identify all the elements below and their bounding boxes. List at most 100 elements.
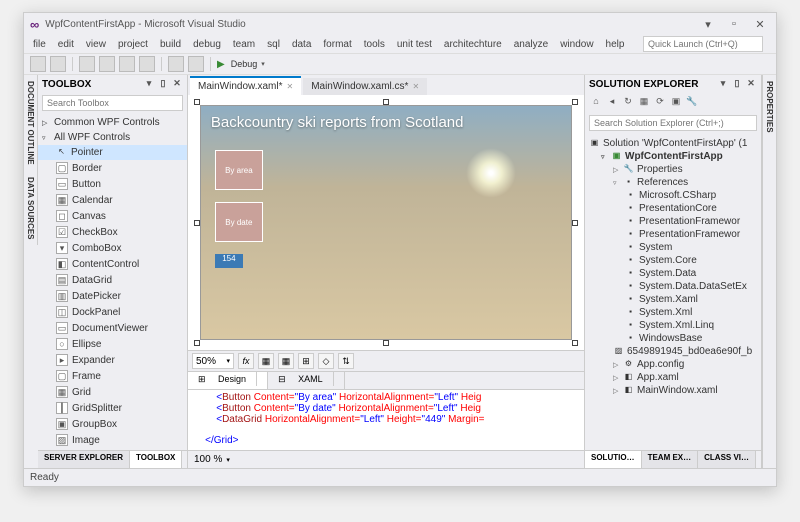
close-tab-icon[interactable]: ✕ — [286, 82, 293, 91]
doc-tab-mainwindow-cs[interactable]: MainWindow.xaml.cs*✕ — [303, 78, 427, 95]
toolbox-item[interactable]: ▢Border — [38, 160, 187, 176]
tree-ref-item[interactable]: ▪PresentationCore — [585, 202, 761, 215]
tab-class-view[interactable]: CLASS VI… — [698, 451, 756, 468]
collapse-icon[interactable]: ▣ — [669, 96, 683, 110]
tree-ref-item[interactable]: ▪WindowsBase — [585, 332, 761, 345]
debug-config-dropdown[interactable]: Debug — [231, 59, 258, 69]
doc-tab-mainwindow-xaml[interactable]: MainWindow.xaml*✕ — [190, 76, 301, 95]
chevron-down-icon[interactable]: ▾ — [226, 456, 230, 464]
menu-sql[interactable]: sql — [262, 37, 285, 52]
snap-icon[interactable]: ⊞ — [298, 353, 314, 369]
menu-analyze[interactable]: analyze — [509, 37, 553, 52]
menu-window[interactable]: window — [555, 37, 598, 52]
solution-search-input[interactable] — [589, 115, 757, 131]
tree-file-item[interactable]: ▷◧MainWindow.xaml — [585, 384, 761, 397]
back-icon[interactable] — [30, 56, 46, 72]
toolbox-item[interactable]: ◫DockPanel — [38, 304, 187, 320]
back-icon[interactable]: ◂ — [605, 96, 619, 110]
start-debug-icon[interactable]: ▶ — [217, 59, 225, 70]
home-icon[interactable]: ⌂ — [589, 96, 603, 110]
design-button-bydate[interactable]: By date — [215, 202, 263, 242]
tree-ref-item[interactable]: ▪System.Core — [585, 254, 761, 267]
pin-icon[interactable]: ▯ — [731, 78, 743, 90]
tree-properties[interactable]: ▷🔧Properties — [585, 163, 761, 176]
toolbox-search-input[interactable] — [42, 95, 183, 111]
tab-solution-explorer[interactable]: SOLUTIO… — [585, 451, 642, 468]
close-icon[interactable]: ✕ — [750, 18, 770, 31]
toolbox-item[interactable]: ▭Button — [38, 176, 187, 192]
designer-surface[interactable]: Backcountry ski reports from Scotland By… — [188, 95, 584, 350]
menu-view[interactable]: view — [81, 37, 111, 52]
tab-team-explorer[interactable]: TEAM EX… — [642, 451, 699, 468]
design-heading[interactable]: Backcountry ski reports from Scotland — [201, 106, 571, 139]
menu-file[interactable]: file — [28, 37, 51, 52]
sidetab-document-outline[interactable]: DOCUMENT OUTLINE — [24, 75, 38, 171]
menu-help[interactable]: help — [601, 37, 630, 52]
menu-team[interactable]: team — [228, 37, 260, 52]
undo-icon[interactable] — [168, 56, 184, 72]
toolbox-item[interactable]: ▦Grid — [38, 384, 187, 400]
tree-solution-root[interactable]: ▣Solution 'WpfContentFirstApp' (1 — [585, 137, 761, 150]
pin-icon[interactable]: ▯ — [157, 78, 169, 90]
toolbox-item[interactable]: ↖Pointer — [38, 145, 187, 160]
menu-build[interactable]: build — [155, 37, 186, 52]
menu-unittest[interactable]: unit test — [392, 37, 437, 52]
open-icon[interactable] — [99, 56, 115, 72]
design-canvas-window[interactable]: Backcountry ski reports from Scotland By… — [200, 105, 572, 340]
tree-references[interactable]: ▿▪References — [585, 176, 761, 189]
tree-ref-item[interactable]: ▪System.Xml.Linq — [585, 319, 761, 332]
tab-design[interactable]: ⊞ Design — [188, 372, 268, 389]
grid-snap-icon[interactable]: ▦ — [258, 353, 274, 369]
toolbox-item[interactable]: ▨Image — [38, 432, 187, 448]
tree-project[interactable]: ▿▣WpfContentFirstApp — [585, 150, 761, 163]
tab-server-explorer[interactable]: SERVER EXPLORER — [38, 451, 130, 468]
toolbox-group-common[interactable]: ▷Common WPF Controls — [38, 115, 187, 130]
grid-snap2-icon[interactable]: ▦ — [278, 353, 294, 369]
saveall-icon[interactable] — [139, 56, 155, 72]
tree-file-item[interactable]: ▨6549891945_bd0ea6e90f_b — [585, 345, 761, 358]
tag-icon[interactable]: ◇ — [318, 353, 334, 369]
toolbox-item[interactable]: ▾ComboBox — [38, 240, 187, 256]
toolbox-item[interactable]: ▢Frame — [38, 368, 187, 384]
restore-icon[interactable]: ▫ — [724, 18, 744, 30]
tree-ref-item[interactable]: ▪System — [585, 241, 761, 254]
new-icon[interactable] — [79, 56, 95, 72]
toolbox-item[interactable]: ▭DocumentViewer — [38, 320, 187, 336]
toolbox-item[interactable]: ◧ContentControl — [38, 256, 187, 272]
toolbox-item[interactable]: ▥DatePicker — [38, 288, 187, 304]
tree-ref-item[interactable]: ▪System.Xml — [585, 306, 761, 319]
zoom-dropdown[interactable]: 50%▾ — [192, 353, 234, 369]
showall-icon[interactable]: ▦ — [637, 96, 651, 110]
toolbox-item[interactable]: ◻Canvas — [38, 208, 187, 224]
design-button-byarea[interactable]: By area — [215, 150, 263, 190]
toolbox-item[interactable]: ┃GridSplitter — [38, 400, 187, 416]
menu-edit[interactable]: edit — [53, 37, 79, 52]
tab-xaml[interactable]: ⊟ XAML — [268, 372, 345, 389]
redo-icon[interactable] — [188, 56, 204, 72]
design-datagrid[interactable]: 154 — [215, 254, 243, 268]
tree-ref-item[interactable]: ▪System.Data — [585, 267, 761, 280]
toolbox-item[interactable]: ▤DataGrid — [38, 272, 187, 288]
toolbox-item[interactable]: ☑CheckBox — [38, 224, 187, 240]
swap-icon[interactable]: ⇅ — [338, 353, 354, 369]
tree-ref-item[interactable]: ▪System.Xaml — [585, 293, 761, 306]
chevron-down-icon[interactable]: ▾ — [261, 60, 265, 68]
toolbox-group-all[interactable]: ▿All WPF Controls — [38, 130, 187, 145]
toolbox-item[interactable]: ○Ellipse — [38, 336, 187, 352]
tree-ref-item[interactable]: ▪PresentationFramewor — [585, 215, 761, 228]
tab-toolbox[interactable]: TOOLBOX — [130, 451, 182, 468]
xaml-editor[interactable]: <Button Content="By area" HorizontalAlig… — [188, 390, 584, 450]
menu-format[interactable]: format — [318, 37, 356, 52]
toolbox-item[interactable]: ▸Expander — [38, 352, 187, 368]
fx-icon[interactable]: fx — [238, 353, 254, 369]
sync-icon[interactable]: ↻ — [621, 96, 635, 110]
menu-debug[interactable]: debug — [188, 37, 226, 52]
close-panel-icon[interactable]: ✕ — [171, 78, 183, 90]
forward-icon[interactable] — [50, 56, 66, 72]
minimize-icon[interactable]: ▾ — [698, 18, 718, 31]
dropdown-icon[interactable]: ▾ — [143, 78, 155, 90]
refresh-icon[interactable]: ⟳ — [653, 96, 667, 110]
menu-architecture[interactable]: architechture — [439, 37, 507, 52]
quick-launch-input[interactable] — [643, 36, 763, 52]
toolbox-item[interactable]: ▦Calendar — [38, 192, 187, 208]
